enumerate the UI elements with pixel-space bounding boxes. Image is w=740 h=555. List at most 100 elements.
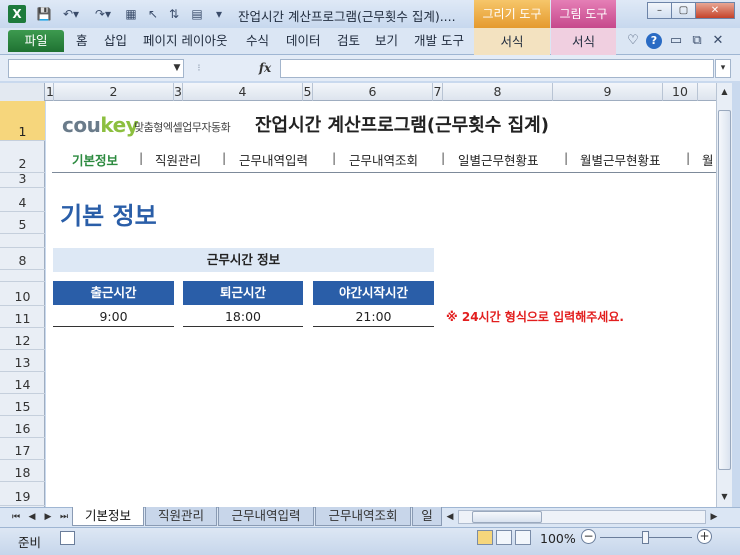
tab-home[interactable]: 홈 <box>76 31 88 51</box>
zoom-level[interactable]: 100% <box>540 531 576 546</box>
minimize-ribbon-icon[interactable]: ♡ <box>625 33 641 49</box>
coukey-logo: coukey <box>62 113 139 137</box>
nav-basic-info[interactable]: 기본정보 <box>72 150 118 169</box>
column-header[interactable]: 9 <box>553 83 663 101</box>
row-header[interactable]: 3 <box>0 171 45 188</box>
nav-more[interactable]: 월 <box>702 150 714 169</box>
workbook-minimize-icon[interactable]: ▭ <box>668 33 684 49</box>
clock-in-value[interactable]: 9:00 <box>53 306 174 327</box>
row-header[interactable] <box>0 234 45 248</box>
tab-data[interactable]: 데이터 <box>286 31 321 51</box>
sheet-tab-work-entry[interactable]: 근무내역입력 <box>218 507 314 526</box>
name-box-dropdown-icon[interactable]: ▼ <box>170 59 184 78</box>
row-header[interactable]: 13 <box>0 350 45 372</box>
row-header[interactable]: 10 <box>0 282 45 306</box>
nav-work-query[interactable]: 근무내역조회 <box>349 150 418 169</box>
column-header[interactable]: 10 <box>663 83 698 101</box>
row-header[interactable]: 11 <box>0 306 45 328</box>
prev-sheet-icon[interactable]: ◀ <box>26 510 38 524</box>
scroll-down-icon[interactable]: ▼ <box>718 491 731 503</box>
column-header[interactable]: 3 <box>174 83 183 101</box>
row-header[interactable]: 19 <box>0 482 45 506</box>
sort-icon[interactable]: ⇅ <box>165 6 183 23</box>
format-note: ※ 24시간 형식으로 입력해주세요. <box>446 310 624 324</box>
row-header[interactable]: 5 <box>0 212 45 234</box>
restore-button[interactable]: ▢ <box>671 2 696 19</box>
row-header[interactable]: 16 <box>0 416 45 438</box>
column-header[interactable]: 8 <box>443 83 553 101</box>
zoom-out-icon[interactable]: − <box>581 529 596 544</box>
page-break-view-icon[interactable] <box>515 530 531 545</box>
form-icon[interactable]: ▤ <box>188 6 206 23</box>
zoom-slider-thumb[interactable] <box>642 531 649 544</box>
night-start-value[interactable]: 21:00 <box>313 306 434 327</box>
macro-record-icon[interactable] <box>60 531 75 545</box>
camera-icon[interactable]: ▦ <box>122 6 140 23</box>
row-header[interactable]: 15 <box>0 394 45 416</box>
nav-work-entry[interactable]: 근무내역입력 <box>239 150 308 169</box>
select-all-corner[interactable] <box>0 83 45 101</box>
section-header: 근무시간 정보 <box>53 248 434 272</box>
redo-icon[interactable]: ↷▾ <box>90 6 116 23</box>
zoom-in-icon[interactable]: + <box>697 529 712 544</box>
tab-insert[interactable]: 삽입 <box>104 31 127 51</box>
sheet-tab-work-query[interactable]: 근무내역조회 <box>315 507 411 526</box>
page-layout-view-icon[interactable] <box>496 530 512 545</box>
nav-staff[interactable]: 직원관리 <box>155 150 201 169</box>
column-header[interactable]: 4 <box>183 83 303 101</box>
formula-input[interactable] <box>280 59 714 78</box>
tab-developer[interactable]: 개발 도구 <box>414 31 464 51</box>
row-header[interactable]: 18 <box>0 460 45 482</box>
column-header[interactable]: 2 <box>54 83 174 101</box>
column-header[interactable]: 7 <box>433 83 443 101</box>
scroll-left-icon[interactable]: ◀ <box>444 510 456 524</box>
vertical-scroll-thumb[interactable] <box>718 110 731 470</box>
help-icon[interactable]: ? <box>646 33 662 49</box>
horizontal-scroll-thumb[interactable] <box>472 511 542 523</box>
sheet-tab-daily[interactable]: 일 <box>412 507 442 526</box>
first-sheet-icon[interactable]: ⏮ <box>10 510 22 524</box>
tab-page-layout[interactable]: 페이지 레이아웃 <box>143 31 227 51</box>
next-sheet-icon[interactable]: ▶ <box>42 510 54 524</box>
insert-function-icon[interactable]: fx <box>255 59 275 78</box>
sheet-tab-staff[interactable]: 직원관리 <box>145 507 217 526</box>
column-header[interactable]: 1 <box>46 83 54 101</box>
customize-toolbar-icon[interactable]: ▾ <box>212 6 226 23</box>
column-header[interactable]: 5 <box>303 83 313 101</box>
row-header[interactable]: 4 <box>0 188 45 212</box>
tab-review[interactable]: 검토 <box>337 31 360 51</box>
scroll-right-icon[interactable]: ▶ <box>708 510 720 524</box>
nav-separator: | <box>441 150 446 165</box>
workbook-close-icon[interactable]: ✕ <box>710 33 726 49</box>
normal-view-icon[interactable] <box>477 530 493 545</box>
column-header[interactable]: 6 <box>313 83 433 101</box>
scroll-up-icon[interactable]: ▲ <box>718 86 731 98</box>
clock-out-value[interactable]: 18:00 <box>183 306 303 327</box>
workbook-restore-icon[interactable]: ⧉ <box>689 33 705 49</box>
tab-picture-format[interactable]: 서식 <box>551 28 616 55</box>
select-objects-icon[interactable]: ↖ <box>145 6 161 23</box>
last-sheet-icon[interactable]: ⏭ <box>58 510 70 524</box>
nav-daily-report[interactable]: 일별근무현황표 <box>458 150 539 169</box>
row-header[interactable]: 14 <box>0 372 45 394</box>
excel-app-icon[interactable]: X <box>8 5 26 23</box>
row-header[interactable]: 12 <box>0 328 45 350</box>
tab-drawing-format[interactable]: 서식 <box>474 28 550 55</box>
minimize-button[interactable]: – <box>647 2 672 19</box>
nav-separator: | <box>564 150 569 165</box>
save-icon[interactable]: 💾 <box>36 6 52 23</box>
row-header[interactable]: 2 <box>0 141 45 173</box>
sheet-tab-basic-info[interactable]: 기본정보 <box>72 507 144 526</box>
tab-formulas[interactable]: 수식 <box>246 31 269 51</box>
expand-formula-bar-icon[interactable]: ▾ <box>715 59 731 78</box>
name-box[interactable] <box>8 59 184 78</box>
close-button[interactable]: ✕ <box>695 2 735 19</box>
undo-icon[interactable]: ↶▾ <box>58 6 84 23</box>
nav-monthly-report[interactable]: 월별근무현황표 <box>580 150 661 169</box>
row-header[interactable]: 17 <box>0 438 45 460</box>
row-header[interactable]: 1 <box>0 101 45 141</box>
file-tab[interactable]: 파일 <box>8 30 64 52</box>
tab-view[interactable]: 보기 <box>375 31 398 51</box>
row-header[interactable] <box>0 270 45 282</box>
row-header[interactable]: 8 <box>0 248 45 270</box>
